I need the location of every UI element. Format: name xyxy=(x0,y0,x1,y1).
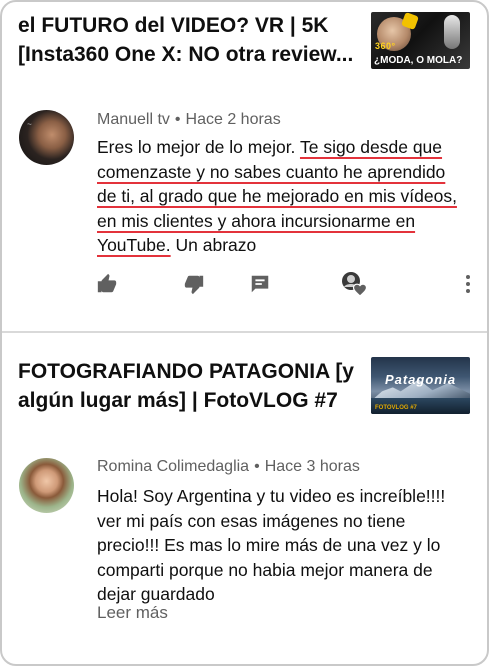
thumbnail-caption: ¿MODA, O MOLA? xyxy=(374,55,463,66)
comment-time: Hace 3 horas xyxy=(264,458,360,475)
video-title[interactable]: FOTOGRAFIANDO PATAGONIA [y algún lugar m… xyxy=(18,357,358,415)
thumbnail-top-text: 360° xyxy=(375,41,396,51)
thumbs-down-icon xyxy=(184,275,204,295)
creator-heart-badge[interactable] xyxy=(336,264,372,304)
reply-comment-icon xyxy=(251,275,269,293)
comment-text-end: Un abrazo xyxy=(170,235,257,255)
dislike-button[interactable] xyxy=(178,264,210,304)
comment-text: Hola! Soy Argentina y tu video es increí… xyxy=(97,486,446,604)
comment-text-start: Eres lo mejor de lo mejor. xyxy=(97,137,300,157)
avatar-signature-icon: ~ xyxy=(27,120,32,129)
avatar[interactable] xyxy=(19,458,74,513)
comment-author[interactable]: Romina Colimedaglia xyxy=(97,458,249,475)
notifications-panel: el FUTURO del VIDEO? VR | 5K [Insta360 O… xyxy=(0,0,489,666)
comment-time: Hace 2 horas xyxy=(185,111,281,128)
comment-text: Eres lo mejor de lo mejor. Te sigo desde… xyxy=(97,135,467,258)
avatar[interactable]: ~ xyxy=(19,110,74,165)
reply-button[interactable] xyxy=(244,264,276,304)
comment-meta: Romina Colimedaglia • Hace 3 horas xyxy=(97,458,360,476)
thumbnail-title: Patagonia xyxy=(384,372,457,387)
comment-meta: Manuell tv • Hace 2 horas xyxy=(97,111,281,129)
more-options-button[interactable] xyxy=(452,264,484,304)
creator-heart-avatar-icon xyxy=(342,272,368,297)
comment-notification-card[interactable]: el FUTURO del VIDEO? VR | 5K [Insta360 O… xyxy=(2,2,487,332)
card-divider xyxy=(2,331,487,333)
camera-image xyxy=(444,15,460,49)
video-thumbnail[interactable]: 360° ¿MODA, O MOLA? xyxy=(371,12,470,69)
comment-actions xyxy=(2,264,487,304)
separator-dot: • xyxy=(254,458,260,475)
like-button[interactable] xyxy=(91,264,123,304)
read-more-link[interactable]: Leer más xyxy=(97,603,168,623)
separator-dot: • xyxy=(174,111,181,128)
video-thumbnail[interactable]: Patagonia FOTOVLOG #7 xyxy=(371,357,470,414)
thumbs-up-icon xyxy=(97,273,117,293)
video-title[interactable]: el FUTURO del VIDEO? VR | 5K [Insta360 O… xyxy=(18,11,358,69)
thumbnail-tag: FOTOVLOG #7 xyxy=(375,405,417,411)
more-vert-icon xyxy=(466,275,470,293)
comment-author[interactable]: Manuell tv xyxy=(97,111,170,128)
